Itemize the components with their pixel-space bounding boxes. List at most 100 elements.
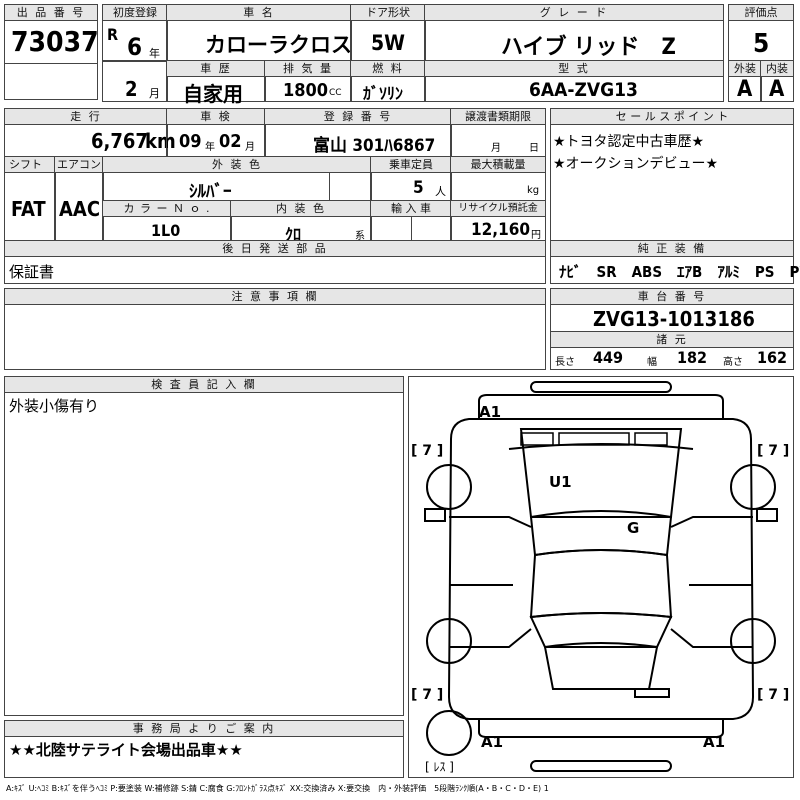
later-parts-cell: 後 日 発 送 部 品 保証書 <box>4 240 546 284</box>
wheel-front-right <box>730 464 776 510</box>
transfer-day: 日 <box>529 143 539 154</box>
left-mirror <box>424 508 446 522</box>
color-no-value: 1L0 <box>151 221 181 240</box>
right-door-line-1 <box>670 516 753 528</box>
first-reg-cell: 初度登録 R 6 年 <box>102 4 168 62</box>
trunk <box>543 646 659 690</box>
mileage-value: 6,767 <box>91 129 148 153</box>
car-outline-svg: A1 U1 G A1 A1 [ 7 ] [ 7 ] [ 7 ] [ 7 ] [ … <box>411 381 789 774</box>
displacement-unit: CC <box>329 88 342 98</box>
headlight-left <box>520 432 554 446</box>
right-mirror <box>756 508 778 522</box>
transfer-header: 譲渡書類期限 <box>451 109 545 125</box>
rear-bumper <box>530 760 672 772</box>
lot-no-value: 73037 <box>11 25 99 58</box>
shift-cell: シフト FAT <box>4 156 56 242</box>
car-name-value: カローラクロス <box>205 33 352 57</box>
door-value: 5W <box>371 31 405 55</box>
interior-header: 内装 <box>761 61 793 77</box>
sales-point-1: ★トヨタ認定中古車歴★ <box>553 134 705 150</box>
max-load-header: 最大積載量 <box>451 157 545 173</box>
spare-wheel <box>426 710 472 756</box>
exterior-grade-value: A <box>737 77 753 102</box>
int-color-header: 内 装 色 <box>231 201 371 217</box>
reg-no-cell: 登 録 番 号 富山 301ﾊ6867 <box>264 108 452 158</box>
displacement-header: 排 気 量 <box>265 61 351 77</box>
sales-point-2: ★オークションデビュー★ <box>553 156 719 172</box>
height-label: 高さ <box>723 357 743 368</box>
width-value: 182 <box>677 348 708 367</box>
car-name-cell: 車 名 カローラクロス <box>166 4 352 62</box>
reg-no-value: 富山 301ﾊ6867 <box>313 136 436 156</box>
transfer-month: 月 <box>491 143 501 154</box>
mileage-cell: 走 行 6,767 km <box>4 108 176 158</box>
capacity-unit: 人 <box>435 185 446 198</box>
aircon-cell: エアコン AAC <box>54 156 104 242</box>
interior-grade-cell: 内装 A <box>760 60 794 102</box>
color-cell: 外 装 色 ｼﾙﾊﾞｰ <box>102 156 372 202</box>
grade-value: ハイブ リッド Z <box>501 35 676 60</box>
recycle-unit: 円 <box>531 230 541 241</box>
sales-point-header: セ ー ル ス ポ イ ン ト <box>551 109 793 125</box>
recycle-value: 12,160 <box>471 220 531 240</box>
recycle-header: リサイクル預託金 <box>451 201 545 217</box>
displacement-value: 1800 <box>283 80 329 101</box>
car-name-header: 車 名 <box>167 5 351 21</box>
front-panel <box>478 394 724 419</box>
color-no-cell: カ ラ ー Ｎ ｏ . 1L0 <box>102 200 232 242</box>
rear-window <box>529 612 673 649</box>
headlight-right <box>634 432 668 446</box>
inspection-year-unit: 年 <box>205 142 215 153</box>
color-no-header: カ ラ ー Ｎ ｏ . <box>103 201 231 217</box>
mark-br: [ 7 ] <box>757 687 789 703</box>
office-header: 事 務 局 よ り ご 案 内 <box>5 721 403 737</box>
import-header: 輸 入 車 <box>371 201 451 217</box>
body-outline <box>447 438 755 720</box>
score-value: 5 <box>753 29 770 59</box>
aircon-value: AAC <box>59 197 101 221</box>
mark-a1-br: A1 <box>703 733 725 751</box>
left-door-line-1 <box>449 516 532 528</box>
rear-plate <box>634 688 670 698</box>
genuine-value: ﾅﾋﾞ SR ABS ｴｱB ｱﾙﾐ PS PW <box>559 263 800 281</box>
displacement-cell: 排 気 量 1800 CC <box>264 60 352 102</box>
notes-cell: 注 意 事 項 欄 <box>4 288 546 370</box>
exterior-grade-cell: 外装 A <box>728 60 762 102</box>
era-value: R <box>107 25 119 44</box>
later-parts-value: 保証書 <box>9 263 55 281</box>
model-value: 6AA-ZVG13 <box>529 79 638 101</box>
fuel-cell: 燃 料 ｶﾞｿﾘﾝ <box>350 60 426 103</box>
height-value: 162 <box>757 348 788 367</box>
legend: A:ｷｽﾞ U:ﾍｺﾐ B:ｷｽﾞを伴うﾍｺﾐ P:要塗装 W:補修跡 S:錆 … <box>6 784 549 793</box>
history-header: 車 歴 <box>167 61 265 77</box>
mark-bl: [ 7 ] <box>411 687 443 703</box>
history-cell: 車 歴 自家用 <box>166 60 266 106</box>
inspection-month-unit: 月 <box>245 142 255 153</box>
inspector-cell: 検 査 員 記 入 欄 外装小傷有り <box>4 376 404 716</box>
genuine-header: 純 正 装 備 <box>551 241 793 257</box>
capacity-header: 乗車定員 <box>371 157 451 173</box>
later-parts-header: 後 日 発 送 部 品 <box>5 241 545 257</box>
capacity-cell: 乗車定員 5 人 <box>370 156 452 202</box>
door-header: ドア形状 <box>351 5 425 21</box>
month-value: 2 <box>125 77 138 101</box>
inspector-header: 検 査 員 記 入 欄 <box>5 377 403 393</box>
width-label: 幅 <box>647 357 657 368</box>
lot-no-header: 出 品 番 号 <box>5 5 97 21</box>
inspection-year: 09 <box>179 131 202 152</box>
mark-less: [ ﾚｽ ] <box>425 760 454 774</box>
sales-point-cell: セ ー ル ス ポ イ ン ト ★トヨタ認定中古車歴★ ★オークションデビュー★ <box>550 108 794 242</box>
rear-panel <box>478 719 724 738</box>
exterior-header: 外装 <box>729 61 761 77</box>
aircon-header: エアコン <box>55 157 103 173</box>
transfer-cell: 譲渡書類期限 月 日 <box>450 108 546 158</box>
notes-header: 注 意 事 項 欄 <box>5 289 545 305</box>
color-header: 外 装 色 <box>103 157 371 173</box>
max-load-unit: kg <box>527 185 540 196</box>
wheel-front-left <box>426 464 472 510</box>
mileage-header: 走 行 <box>5 109 167 125</box>
inspector-note: 外装小傷有り <box>9 397 100 415</box>
mark-tl: [ 7 ] <box>411 443 443 459</box>
mark-u1: U1 <box>549 473 572 491</box>
score-cell: 評価点 5 <box>728 4 794 62</box>
